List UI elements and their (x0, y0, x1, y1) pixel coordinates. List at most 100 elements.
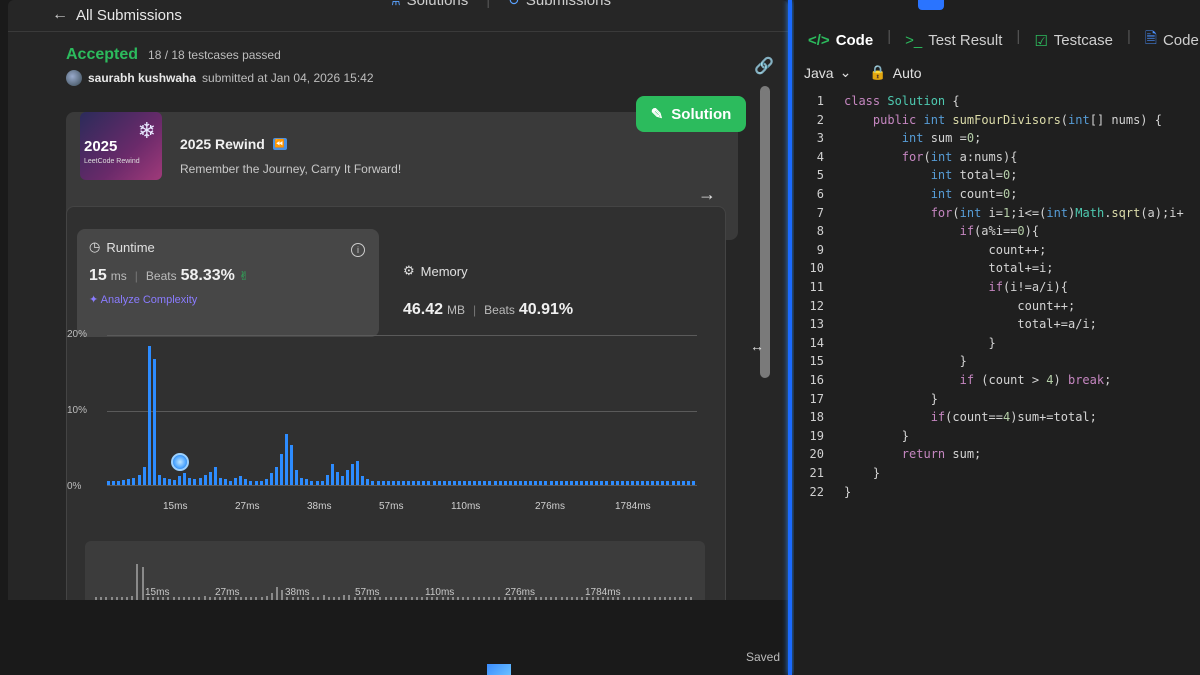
memory-heading[interactable]: ⚙ Memory (403, 263, 468, 279)
chart-bar[interactable] (168, 479, 172, 485)
chart-bar[interactable] (295, 470, 299, 485)
chart-bar[interactable] (137, 474, 141, 485)
chart-bar[interactable] (412, 481, 416, 485)
resize-handle-icon[interactable]: ↔ (750, 338, 764, 354)
tab-code-sample[interactable]: 🗎 Code Sample (1145, 28, 1200, 53)
chart-bar[interactable] (213, 467, 217, 485)
chart-bar[interactable] (376, 481, 380, 485)
chart-bar[interactable] (178, 476, 182, 485)
chart-bar[interactable] (554, 481, 558, 485)
code-line[interactable]: count++; (844, 243, 1046, 257)
chart-bar[interactable] (686, 481, 690, 485)
chart-bar[interactable] (590, 481, 594, 485)
tab-testcase[interactable]: ☑ Testcase (1034, 28, 1113, 53)
chart-bar[interactable] (127, 479, 131, 485)
chart-bar[interactable] (503, 481, 507, 485)
chart-bar[interactable] (218, 477, 222, 485)
chart-bar[interactable] (366, 479, 370, 485)
chart-bar[interactable] (524, 481, 528, 485)
code-line[interactable]: if(i!=a/i){ (844, 280, 1068, 294)
chart-bar[interactable] (157, 474, 161, 485)
chart-bar[interactable] (580, 481, 584, 485)
chart-bar[interactable] (498, 481, 502, 485)
code-line[interactable]: return sum; (844, 447, 981, 461)
solution-button[interactable]: ✎ Solution (636, 96, 746, 132)
chart-bar[interactable] (249, 480, 253, 485)
chart-bar[interactable] (676, 481, 680, 485)
chart-bar[interactable] (559, 481, 563, 485)
chart-bar[interactable] (569, 481, 573, 485)
tab-test-result[interactable]: >_ Test Result (905, 28, 1002, 53)
chart-bar[interactable] (488, 481, 492, 485)
chart-bar[interactable] (132, 477, 136, 485)
chart-bar[interactable] (625, 481, 629, 485)
chart-bar[interactable] (300, 477, 304, 485)
chart-bar[interactable] (447, 481, 451, 485)
chart-bar[interactable] (646, 481, 650, 485)
chart-bar[interactable] (402, 481, 405, 485)
code-line[interactable]: if(count==4)sum+=total; (844, 410, 1097, 424)
chart-bar[interactable] (112, 480, 116, 485)
chart-bar[interactable] (564, 481, 568, 485)
code-line[interactable]: total+=a/i; (844, 317, 1096, 331)
chart-bar[interactable] (229, 480, 233, 485)
code-line[interactable]: for(int a:nums){ (844, 150, 1018, 164)
chart-bar[interactable] (615, 481, 619, 485)
chart-bar[interactable] (147, 346, 151, 485)
chart-bar[interactable] (600, 481, 604, 485)
link-icon[interactable]: 🔗 (754, 56, 774, 76)
chart-bar[interactable] (529, 481, 533, 485)
panel-divider[interactable] (788, 0, 792, 675)
chart-bar[interactable] (417, 481, 421, 485)
analyze-complexity-link[interactable]: ✦ Analyze Complexity (89, 293, 197, 306)
chart-bar[interactable] (681, 481, 685, 485)
tab-code[interactable]: </> Code (808, 28, 873, 53)
code-line[interactable]: } (844, 336, 995, 350)
chart-bar[interactable] (661, 481, 665, 485)
chart-bar[interactable] (198, 477, 202, 485)
auto-mode-toggle[interactable]: 🔒 Auto (869, 64, 921, 81)
chart-bar[interactable] (691, 481, 695, 485)
chart-bar[interactable] (290, 444, 294, 485)
code-line[interactable]: } (844, 429, 909, 443)
chart-bar[interactable] (574, 481, 578, 485)
chart-bar[interactable] (635, 481, 639, 485)
chart-bar[interactable] (274, 467, 278, 485)
chart-bar[interactable] (193, 479, 197, 485)
arrow-right-icon[interactable]: → (698, 184, 716, 205)
chart-bar[interactable] (142, 467, 146, 485)
chart-bar[interactable] (279, 453, 283, 485)
code-line[interactable]: public int sumFourDivisors(int[] nums) { (844, 113, 1162, 127)
code-line[interactable]: } (844, 466, 880, 480)
chart-bar[interactable] (620, 481, 624, 485)
code-line[interactable]: } (844, 354, 967, 368)
chart-bar[interactable] (162, 477, 166, 485)
chart-bar[interactable] (340, 476, 344, 485)
chart-bar[interactable] (610, 481, 614, 485)
chart-bar[interactable] (223, 479, 227, 485)
chart-bar[interactable] (585, 481, 589, 485)
chart-bar[interactable] (407, 481, 411, 485)
runtime-card[interactable]: ◷ Runtime i 15 ms | Beats 58.33% ✌ ✦ Ana… (77, 229, 379, 337)
code-line[interactable]: count++; (844, 299, 1075, 313)
username[interactable]: saurabh kushwaha (88, 71, 196, 85)
chart-bar[interactable] (457, 481, 461, 485)
code-line[interactable]: total+=i; (844, 261, 1053, 275)
chart-bar[interactable] (371, 480, 375, 485)
chart-bar[interactable] (473, 481, 477, 485)
chart-bar[interactable] (117, 480, 121, 485)
back-to-submissions[interactable]: ← All Submissions (52, 6, 182, 24)
language-select[interactable]: Java ⌄ (804, 64, 851, 81)
code-line[interactable]: class Solution { (844, 94, 960, 108)
chart-bar[interactable] (493, 481, 497, 485)
chart-bar[interactable] (107, 481, 110, 485)
chart-bar[interactable] (518, 481, 522, 485)
code-editor[interactable]: 1 2 3 4 5 6 7 8 9 10 11 12 13 14 15 16 17 18 19 20 21 22 class… (794, 94, 1200, 614)
chart-bar[interactable] (539, 481, 543, 485)
chart-bar[interactable] (173, 479, 177, 485)
chart-bar[interactable] (452, 481, 456, 485)
chart-bar[interactable] (122, 479, 126, 485)
chart-bar[interactable] (386, 481, 390, 485)
chart-bar[interactable] (508, 481, 512, 485)
chart-bar[interactable] (483, 481, 487, 485)
